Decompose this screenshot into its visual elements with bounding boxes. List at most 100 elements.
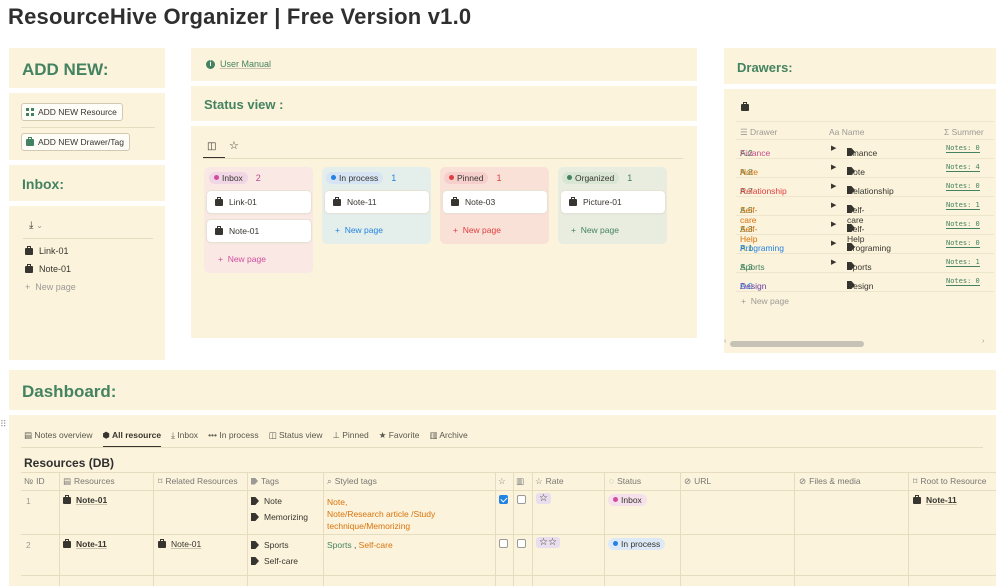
divider — [21, 447, 983, 448]
column-header-status[interactable]: ◌ Status — [609, 472, 641, 490]
favorite-checkbox[interactable] — [499, 539, 508, 550]
related-link[interactable]: Note-01 — [158, 538, 201, 549]
column-header-tags[interactable]: Tags — [251, 472, 279, 490]
tag-item[interactable]: Self-care — [251, 556, 298, 566]
drawer-row[interactable]: A.2 Finance ▶ Finance Notes: 0 — [736, 140, 994, 159]
board-card[interactable]: Note-11 — [325, 191, 429, 213]
box-icon — [215, 196, 223, 206]
tab-pinned[interactable]: ⊥ Pinned — [332, 430, 368, 448]
add-new-buttons-panel: ADD NEW Resource ADD NEW Drawer/Tag — [9, 93, 165, 160]
inbox-heading: Inbox: — [22, 176, 64, 192]
column-header-archive[interactable]: ▥ — [516, 472, 524, 490]
box-icon — [25, 245, 33, 255]
favorite-checkbox[interactable] — [499, 495, 508, 506]
toggle-icon[interactable]: ▶ — [831, 201, 836, 209]
toggle-icon[interactable]: ▶ — [831, 182, 836, 190]
toggle-icon[interactable]: ▶ — [831, 239, 836, 247]
column-header-rate[interactable]: ☆ Rate — [535, 472, 564, 490]
bookmark-icon: ⌑ — [158, 475, 163, 486]
box-icon — [451, 196, 459, 206]
drawer-db-icon — [741, 102, 749, 113]
board-card[interactable]: Picture-01 — [561, 191, 665, 213]
inbox-new-page[interactable]: + New page — [25, 282, 76, 292]
board-card[interactable]: Note-03 — [443, 191, 547, 213]
board-icon: ◫ — [268, 430, 277, 440]
tag-item[interactable]: Sports — [251, 540, 289, 550]
drag-handle-icon[interactable]: ⠿ — [0, 419, 7, 430]
trash-icon: ▥ — [429, 430, 438, 440]
resources-table: № ID ▤ Resources ⌑ Related Resources Tags ⌕… — [21, 472, 996, 586]
toggle-icon[interactable]: ▶ — [831, 220, 836, 228]
star-icon[interactable]: ☆ — [229, 139, 239, 152]
drawers-new-page[interactable]: + New page — [741, 296, 789, 306]
tag-item[interactable]: Memorizing — [251, 512, 308, 522]
tab-favorite[interactable]: ★ Favorite — [379, 430, 420, 448]
column-header-related[interactable]: ⌑ Related Resources — [158, 472, 238, 490]
resource-link[interactable]: Note-11 — [63, 538, 107, 549]
add-new-drawer-button[interactable]: ADD NEW Drawer/Tag — [21, 133, 130, 151]
document-icon: ▤ — [24, 430, 33, 440]
tab-in-process[interactable]: ••• In process — [208, 430, 259, 448]
tag-icon — [251, 557, 259, 565]
board-card[interactable]: Link-01 — [207, 191, 311, 213]
drawer-row[interactable]: A.3 Sports ▶ Sports Notes: 1 — [736, 254, 994, 273]
rate-stars[interactable]: ☆☆ — [536, 537, 560, 548]
column-header-drawer[interactable]: ☰ Drawer — [740, 127, 777, 138]
card-label: Link-01 — [229, 197, 257, 207]
toggle-icon[interactable]: ▶ — [831, 163, 836, 171]
status-pill-label: Pinned — [457, 173, 484, 183]
column-header-files[interactable]: ⊘ Files & media — [799, 472, 861, 490]
horizontal-scrollbar[interactable]: ‹ › — [724, 338, 992, 348]
tab-archive[interactable]: ▥ Archive — [429, 430, 467, 448]
column-new-page[interactable]: + New page — [453, 225, 501, 235]
dashboard-header-panel: Dashboard: — [9, 370, 996, 410]
inbox-header-panel: Inbox: — [9, 165, 165, 201]
status-pill-label: Organized — [575, 173, 615, 183]
download-icon[interactable]: ⤓ ⌄ — [29, 220, 43, 231]
dashboard-tabs: ▤ Notes overview ⬢ All resource ⤓ Inbox … — [24, 430, 468, 448]
root-link[interactable]: Note-11 — [913, 494, 957, 505]
column-header-favorite[interactable]: ☆ — [498, 472, 506, 490]
tab-all-resource[interactable]: ⬢ All resource — [102, 430, 162, 448]
status-pill[interactable]: In process — [608, 538, 666, 550]
board-view-icon[interactable]: ◫ — [207, 141, 216, 152]
drawer-row[interactable]: A.8 Note ▶ Note Notes: 4 — [736, 159, 994, 178]
tab-status-view[interactable]: ◫ Status view — [269, 430, 323, 448]
rate-stars[interactable]: ☆ — [536, 493, 551, 504]
column-new-page[interactable]: + New page — [571, 225, 619, 235]
add-new-resource-button[interactable]: ADD NEW Resource — [21, 103, 123, 121]
drawers-header-panel: Drawers: — [724, 48, 996, 84]
scrollbar-thumb[interactable] — [730, 341, 864, 347]
drawer-row[interactable]: A.3 Self-Help ▶ Self-Help Notes: 0 — [736, 216, 994, 244]
drawer-row[interactable]: A.7 Relationship ▶ Relationship Notes: 0 — [736, 178, 994, 197]
column-count: 1 — [627, 173, 633, 183]
inbox-item[interactable]: Note-01 — [25, 263, 71, 274]
tab-notes-overview[interactable]: ▤ Notes overview — [24, 430, 93, 448]
board-card[interactable]: Note-01 — [207, 220, 311, 242]
user-manual-link[interactable]: i User Manual — [206, 59, 271, 69]
column-header-resources[interactable]: ▤ Resources — [63, 472, 115, 490]
notes-count: Notes: 1 — [946, 201, 980, 210]
column-header-styled-tags[interactable]: ⌕ Styled tags — [327, 472, 377, 490]
archive-checkbox[interactable] — [517, 495, 526, 506]
column-new-page[interactable]: + New page — [218, 254, 266, 264]
column-header-url[interactable]: ⊘ URL — [684, 472, 711, 490]
toggle-icon[interactable]: ▶ — [831, 144, 836, 152]
drawer-row[interactable]: A.0 Design Design Notes: 0 — [736, 273, 994, 292]
column-header-root[interactable]: ⌑ Root to Resource — [913, 472, 987, 490]
tab-inbox[interactable]: ⤓ Inbox — [171, 430, 198, 448]
toggle-icon[interactable]: ▶ — [831, 258, 836, 266]
drawer-row[interactable]: A.1 Programing ▶ Programing Notes: 0 — [736, 235, 994, 254]
status-pill[interactable]: Inbox — [608, 494, 647, 506]
column-header-id[interactable]: № ID — [24, 472, 45, 490]
column-header-name[interactable]: Aa Name — [829, 127, 864, 137]
column-new-page[interactable]: + New page — [335, 225, 383, 235]
plus-icon: + — [25, 282, 31, 292]
inbox-item[interactable]: Link-01 — [25, 245, 69, 256]
drawer-row[interactable]: A.5 Self-care ▶ Self-care Notes: 1 — [736, 197, 994, 225]
archive-checkbox[interactable] — [517, 539, 526, 550]
column-header-summer[interactable]: Σ Summer — [944, 127, 984, 137]
resource-link[interactable]: Note-01 — [63, 494, 107, 505]
drawer-icon — [26, 136, 34, 146]
tag-item[interactable]: Note — [251, 496, 282, 506]
